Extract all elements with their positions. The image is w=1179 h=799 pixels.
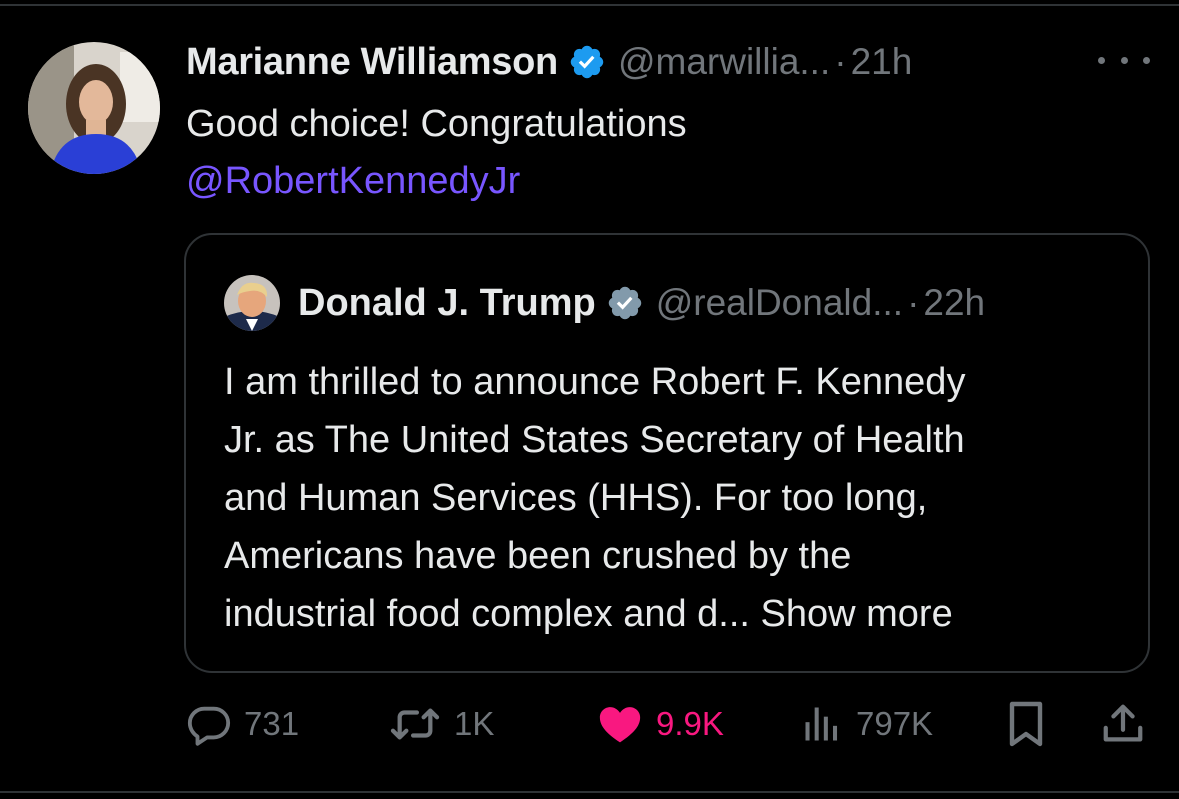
author-avatar[interactable]	[28, 42, 160, 174]
views-button[interactable]: 797K	[800, 698, 933, 750]
quoted-tweet[interactable]: Donald J. Trump @realDonald... · 22h I a…	[184, 233, 1150, 673]
quoted-author-avatar	[224, 275, 280, 331]
quoted-text: I am thrilled to announce Robert F. Kenn…	[224, 353, 1124, 643]
quoted-text-line: and Human Services (HHS). For too long,	[224, 477, 928, 519]
tweet-text: Good choice! Congratulations @RobertKenn…	[186, 96, 1086, 210]
repost-button[interactable]: 1K	[388, 698, 494, 750]
share-button[interactable]	[1100, 698, 1146, 750]
share-icon	[1103, 704, 1143, 742]
show-more-link[interactable]: Show more	[761, 593, 953, 635]
bookmark-button[interactable]	[1005, 698, 1047, 750]
tweet-header: Marianne Williamson @marwillia... · 21h	[186, 36, 912, 88]
quoted-text-line: I am thrilled to announce Robert F. Kenn…	[224, 361, 966, 403]
verified-badge-icon	[570, 45, 604, 79]
author-name[interactable]: Marianne Williamson	[186, 41, 558, 84]
reply-icon	[187, 706, 231, 746]
repost-count: 1K	[454, 705, 495, 742]
repost-icon	[390, 708, 440, 740]
author-handle[interactable]: @marwillia...	[618, 41, 830, 83]
separator-dot: ·	[907, 282, 920, 323]
tweet-timestamp[interactable]: 21h	[851, 41, 913, 83]
views-icon	[805, 707, 838, 741]
reply-button[interactable]: 731	[186, 698, 299, 750]
more-icon[interactable]	[1098, 45, 1150, 75]
quoted-text-line: industrial food complex and d... Show mo…	[224, 585, 1124, 643]
quoted-text-line: Jr. as The United States Secretary of He…	[224, 419, 965, 461]
bookmark-icon	[1009, 701, 1043, 747]
quoted-author-name[interactable]: Donald J. Trump	[298, 282, 596, 325]
like-count: 9.9K	[656, 705, 724, 742]
tweet-body: Good choice! Congratulations	[186, 103, 687, 145]
separator-dot: ·	[834, 41, 847, 82]
quoted-author-handle[interactable]: @realDonald...	[656, 282, 903, 324]
quoted-text-line: Americans have been crushed by the	[224, 535, 852, 577]
top-divider	[0, 4, 1179, 6]
views-count: 797K	[856, 705, 934, 742]
mention-link[interactable]: @RobertKennedyJr	[186, 153, 1086, 210]
quoted-header: Donald J. Trump @realDonald... · 22h	[224, 275, 985, 331]
heart-icon	[599, 707, 641, 743]
quoted-text-truncated: industrial food complex and d...	[224, 593, 761, 635]
action-bar: 731 1K 9.9K 797K	[0, 698, 1179, 750]
bottom-divider	[0, 791, 1179, 793]
reply-count: 731	[244, 705, 300, 742]
quoted-timestamp[interactable]: 22h	[923, 282, 985, 324]
like-button[interactable]: 9.9K	[596, 698, 724, 750]
verified-badge-icon	[608, 286, 641, 320]
